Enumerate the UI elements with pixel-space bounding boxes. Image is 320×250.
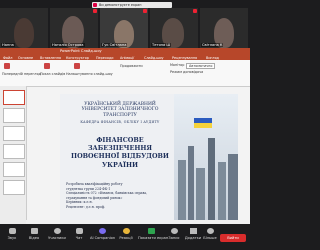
more-icon [206,228,214,234]
setup-slideshow-button[interactable]: Налаштування слайд-шоу [66,72,113,76]
meta-line: Рецензент: д.е.н. проф. [66,204,106,209]
share-icon [93,3,97,7]
tab-design[interactable]: Конструктор [66,56,89,60]
powerpoint-titlebar: PowerPoint Слайд-шоу [0,48,250,55]
reactions-icon [122,228,130,234]
participant-tile[interactable]: Світлана К [200,8,248,48]
slide-thumbnail[interactable] [3,126,25,141]
participants-button[interactable]: Учасники [46,228,68,240]
slide-thumbnails-pane [0,86,27,224]
monitor-select[interactable]: Автоматично [186,63,216,69]
continue-button[interactable]: Продовжити [120,64,143,68]
share-screen-button[interactable]: Показати екран [138,228,168,240]
participant-name: Наталія Острова [51,43,85,47]
slide-thumbnail[interactable] [3,90,25,105]
screen-share-banner[interactable]: Ви демонструєте екран [92,2,172,8]
tab-animations[interactable]: Анімації [120,56,134,60]
university-name: УКРАЇНСЬКИЙ ДЕРЖАВНИЙ УНІВЕРСИТЕТ ЗАЛІЗН… [81,102,159,118]
participant-name: Тетяна Ш [151,43,172,47]
presenter-view-checkbox[interactable]: Режим доповідача [170,70,203,74]
reactions-button[interactable]: Реакції [116,228,136,240]
participant-tile[interactable]: Hанна [0,8,48,48]
chat-icon [75,228,83,234]
ai-companion-button[interactable]: AI Companion [90,228,115,240]
tab-view[interactable]: Вигляд [206,56,219,60]
video-button[interactable]: Відео [24,228,44,240]
preview-icon [4,63,10,69]
end-meeting-button[interactable]: Вийти [220,234,246,242]
audio-button[interactable]: Звук [2,228,22,240]
camera-icon [30,228,38,234]
tab-transitions[interactable]: Переходи [96,56,114,60]
more-button[interactable]: Більше [202,228,218,240]
share-banner-text: Ви демонструєте екран [99,3,142,7]
slideshow-button[interactable]: Показ слайдів [40,72,65,76]
participant-name: Світлана К [201,43,224,47]
mic-icon [8,228,16,234]
window-title: PowerPoint Слайд-шоу [60,49,102,53]
share-icon [147,228,155,234]
slide-thumbnail[interactable] [3,108,25,123]
record-button[interactable]: Запис [166,228,182,240]
tab-file[interactable]: Файл [3,56,12,60]
participant-tile[interactable]: Наталія Острова [50,8,98,48]
slide-thumbnail[interactable] [3,180,25,195]
apps-button[interactable]: Додатки [184,228,202,240]
slideshow-icon [44,63,50,69]
participants-icon [53,228,61,234]
muted-mic-icon [93,9,97,13]
slide-title: ФІНАНСОВЕ ЗАБЕЗПЕЧЕННЯ ПОВОЄННОЇ ВІДБУДО… [71,136,169,169]
ukraine-flag-icon [194,123,212,128]
slide-thumbnail[interactable] [3,144,25,159]
tab-review[interactable]: Рецензування [172,56,197,60]
participant-tile[interactable]: Тетяна Ш [150,8,198,48]
slide-thumbnail[interactable] [3,162,25,177]
preview-button[interactable]: Попередній перегляд [2,72,41,76]
chat-button[interactable]: Чат [70,228,88,240]
department-name: КАФЕДРА ФІНАНСІВ, ОБЛІКУ І АУДИТУ [80,120,160,124]
muted-mic-icon [193,9,197,13]
participant-name: Hанна [1,43,15,47]
tab-home[interactable]: Основне [18,56,33,60]
muted-mic-icon [143,9,147,13]
ai-icon [98,228,106,234]
setup-icon [74,63,80,69]
current-slide: УКРАЇНСЬКИЙ ДЕРЖАВНИЙ УНІВЕРСИТЕТ ЗАЛІЗН… [60,94,238,220]
participant-tile[interactable]: Гук Світлана [100,8,148,48]
record-icon [170,228,178,234]
monitor-label: Монітор [170,63,185,67]
slide-meta: Розробила кваліфікаційну роботу студентк… [66,182,166,210]
ribbon: Попередній перегляд Показ слайдів Налашт… [0,60,250,87]
tab-slideshow[interactable]: Слайд-шоу [144,56,164,60]
apps-icon [189,228,197,234]
city-image [174,94,238,220]
tab-insert[interactable]: Вставлення [40,56,61,60]
participant-name: Гук Світлана [101,43,128,47]
